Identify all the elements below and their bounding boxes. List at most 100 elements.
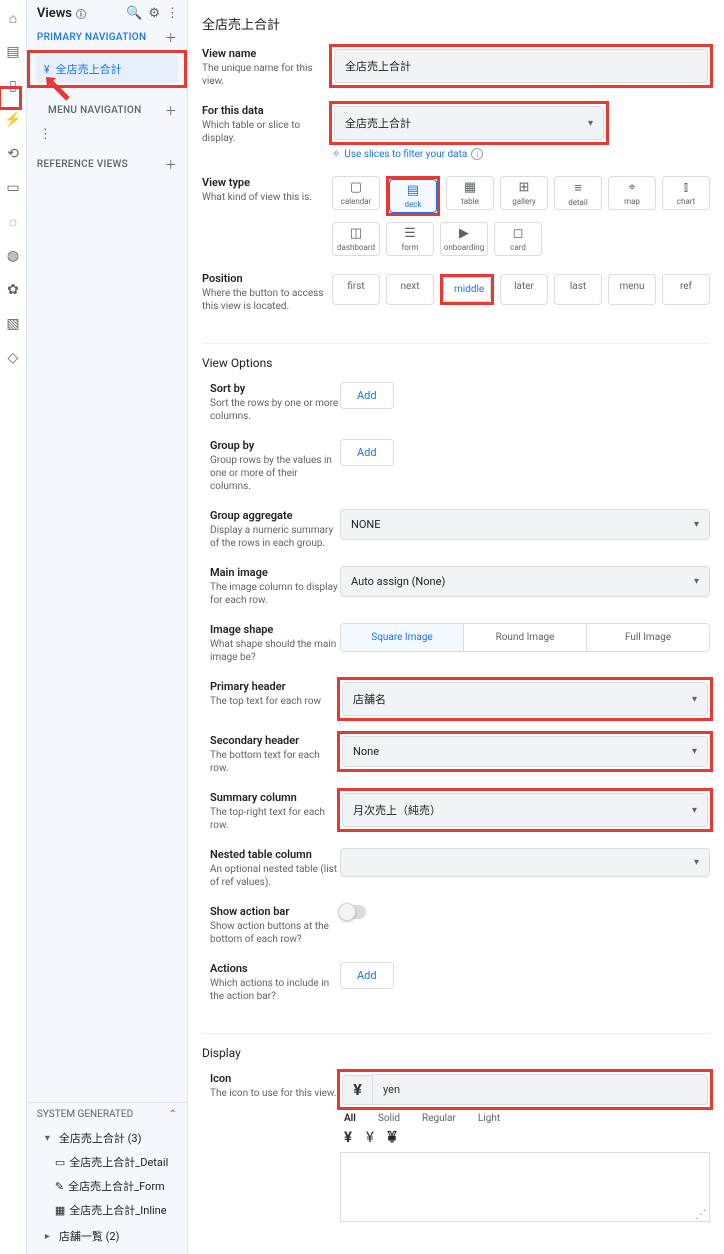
- icon-tab-all[interactable]: All: [344, 1113, 356, 1124]
- icon-preview: ¥: [342, 1075, 372, 1105]
- label-view-type: View type: [202, 176, 332, 189]
- rail-monitor-icon[interactable]: ▧: [5, 316, 21, 332]
- view-name-input[interactable]: 全店売上合計: [334, 49, 708, 83]
- tile-onboarding[interactable]: ▶onboarding: [440, 222, 488, 256]
- nav-section-reference[interactable]: REFERENCE VIEWS ＋: [27, 152, 187, 177]
- label-group-aggregate: Group aggregate: [210, 509, 340, 522]
- settings-icon[interactable]: ⚙: [148, 6, 160, 21]
- rail-settings-icon[interactable]: ✿: [5, 282, 21, 298]
- sort-by-add-button[interactable]: Add: [340, 382, 394, 409]
- icon-style-tabs: All Solid Regular Light: [344, 1113, 710, 1124]
- group-aggregate-select[interactable]: NONE▾: [340, 509, 710, 540]
- nested-select[interactable]: ▾: [340, 848, 710, 877]
- tile-gallery[interactable]: ⊞gallery: [500, 176, 548, 210]
- chevron-down-icon: ▾: [692, 694, 697, 705]
- pos-last[interactable]: last: [554, 274, 602, 305]
- label-actions: Actions: [210, 962, 340, 975]
- section-view-options: View Options: [202, 343, 710, 370]
- icon-result-regular[interactable]: ¥: [366, 1128, 374, 1146]
- help-icon[interactable]: ⓘ: [76, 6, 86, 21]
- yen-icon: ¥: [44, 63, 50, 76]
- rail-info-icon[interactable]: ▭: [5, 180, 21, 196]
- tree-item-detail[interactable]: ▭ 全店売上合計_Detail: [33, 1150, 181, 1174]
- for-data-select[interactable]: 全店売上合計 ▾: [334, 106, 604, 140]
- tile-form[interactable]: ☰form: [386, 222, 434, 256]
- icon-search-input[interactable]: yen: [372, 1074, 708, 1105]
- desc-secondary-header: The bottom text for each row.: [210, 749, 340, 775]
- icon-result-light[interactable]: ¥: [388, 1128, 396, 1146]
- group-by-add-button[interactable]: Add: [340, 439, 394, 466]
- label-secondary-header: Secondary header: [210, 734, 340, 747]
- nav-section-system[interactable]: SYSTEM GENERATED ⌃: [27, 1102, 187, 1126]
- label-primary-header: Primary header: [210, 680, 340, 693]
- tile-chart[interactable]: ⫾chart: [662, 176, 710, 210]
- more-icon[interactable]: ⋮: [166, 6, 179, 21]
- rail-data-icon[interactable]: ▤: [5, 44, 21, 60]
- tile-map[interactable]: ⌖map: [608, 176, 656, 210]
- secondary-header-select[interactable]: None▾: [342, 736, 708, 767]
- pos-ref[interactable]: ref: [662, 274, 710, 305]
- rail-bulb-icon[interactable]: ◌: [5, 214, 21, 230]
- search-icon[interactable]: 🔍: [126, 6, 142, 21]
- seg-round[interactable]: Round Image: [463, 624, 586, 651]
- pos-next[interactable]: next: [386, 274, 434, 305]
- icon-result-solid[interactable]: ¥: [344, 1128, 352, 1146]
- seg-square[interactable]: Square Image: [341, 624, 463, 651]
- image-shape-segment: Square Image Round Image Full Image: [340, 623, 710, 652]
- label-main-image: Main image: [210, 566, 340, 579]
- highlight-nav-item: ¥ 全店売上合計: [27, 50, 187, 88]
- main-image-select[interactable]: Auto assign (None)▾: [340, 566, 710, 597]
- info-icon[interactable]: i: [471, 148, 483, 160]
- nav-section-menu[interactable]: MENU NAVIGATION ＋: [27, 98, 187, 123]
- add-primary-icon[interactable]: ＋: [165, 29, 177, 46]
- main-column: 全店売上合計 View name The unique name for thi…: [188, 0, 724, 1254]
- rail-education-icon[interactable]: ◇: [5, 350, 21, 366]
- pos-menu[interactable]: menu: [608, 274, 656, 305]
- highlight-arrow: [44, 75, 70, 101]
- rail-automation-icon[interactable]: ⟲: [5, 146, 21, 162]
- chevron-down-icon: ▾: [588, 118, 593, 129]
- icon-tab-regular[interactable]: Regular: [422, 1113, 456, 1124]
- add-menu-icon[interactable]: ＋: [165, 102, 177, 119]
- menu-more-icon[interactable]: ⋮: [39, 127, 175, 142]
- rail-globe-icon[interactable]: ◍: [5, 248, 21, 264]
- chevron-down-icon: ▾: [694, 519, 699, 530]
- show-action-toggle[interactable]: [340, 905, 366, 919]
- tree-group-store-list[interactable]: ▸ 店舗一覧 (2): [33, 1224, 181, 1248]
- resize-icon[interactable]: ⋰: [695, 1207, 707, 1221]
- desc-for-data: Which table or slice to display.: [202, 119, 332, 145]
- icon-results-area: ⋰: [340, 1152, 710, 1222]
- tree-item-inline[interactable]: ▦ 全店売上合計_Inline: [33, 1198, 181, 1222]
- actions-add-button[interactable]: Add: [340, 962, 394, 989]
- rail-bolt-icon[interactable]: ⚡: [5, 112, 21, 128]
- summary-column-select[interactable]: 月次売上（純売）▾: [342, 793, 708, 827]
- tile-deck[interactable]: ▤deck: [389, 179, 437, 213]
- label-image-shape: Image shape: [210, 623, 340, 636]
- icon-tab-solid[interactable]: Solid: [378, 1113, 400, 1124]
- tile-calendar[interactable]: ▢calendar: [332, 176, 380, 210]
- tile-card[interactable]: ◻card: [494, 222, 542, 256]
- position-options: first next middle later last menu ref: [332, 274, 710, 305]
- desc-group-by: Group rows by the values in one or more …: [210, 454, 340, 493]
- label-view-name: View name: [202, 47, 332, 60]
- primary-header-select[interactable]: 店舗名▾: [342, 682, 708, 716]
- tree-item-form[interactable]: ✎ 全店売上合計_Form: [33, 1174, 181, 1198]
- desc-sort-by: Sort the rows by one or more columns.: [210, 397, 340, 423]
- nav-section-primary[interactable]: PRIMARY NAVIGATION ＋: [27, 25, 187, 50]
- page-title: 全店売上合計: [202, 10, 710, 47]
- pos-later[interactable]: later: [500, 274, 548, 305]
- tile-dashboard[interactable]: ◫dashboard: [332, 222, 380, 256]
- icon-tab-light[interactable]: Light: [478, 1113, 500, 1124]
- pos-first[interactable]: first: [332, 274, 380, 305]
- tile-detail[interactable]: ≡detail: [554, 176, 602, 210]
- tile-table[interactable]: ▦table: [446, 176, 494, 210]
- seg-full[interactable]: Full Image: [586, 624, 709, 651]
- pos-middle[interactable]: middle: [443, 277, 491, 302]
- label-summary-column: Summary column: [210, 791, 340, 804]
- label-sort-by: Sort by: [210, 382, 340, 395]
- tree-group-all-store[interactable]: ▾ 全店売上合計 (3): [33, 1126, 181, 1150]
- rail-home-icon[interactable]: ⌂: [5, 10, 21, 26]
- add-reference-icon[interactable]: ＋: [165, 156, 177, 173]
- slices-link[interactable]: Use slices to filter your data: [344, 149, 467, 160]
- collapse-icon[interactable]: ⌃: [169, 1109, 177, 1120]
